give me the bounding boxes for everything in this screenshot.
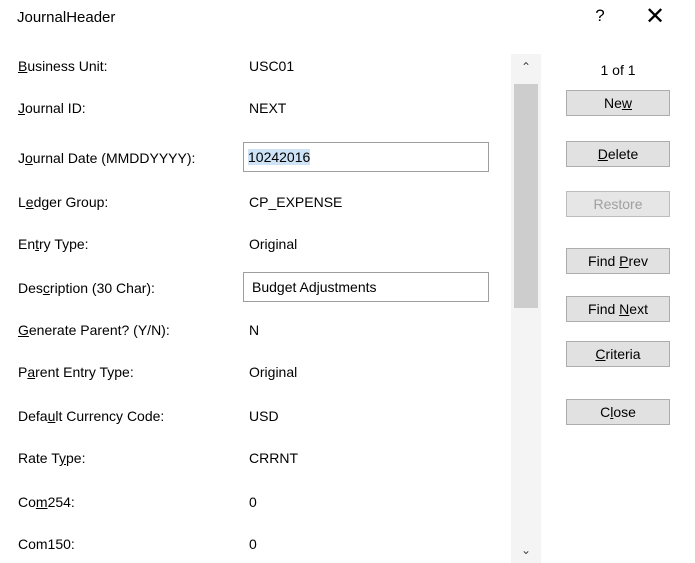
journal-date-label: Journal Date (MMDDYYYY): <box>18 150 196 166</box>
criteria-button[interactable]: Criteria <box>566 341 670 367</box>
field-generate-parent: Generate Parent? (Y/N): N <box>0 316 500 346</box>
rate-type-value: CRRNT <box>249 450 298 466</box>
com150-value: 0 <box>249 536 257 552</box>
com254-value: 0 <box>249 494 257 510</box>
field-journal-id: Journal ID: NEXT <box>0 94 500 124</box>
ledger-group-value: CP_EXPENSE <box>249 194 343 210</box>
journal-id-value: NEXT <box>249 100 287 116</box>
ledger-group-label: Ledger Group: <box>18 194 109 210</box>
scroll-down-arrow-icon[interactable]: ⌄ <box>511 537 541 563</box>
find-next-button[interactable]: Find Next <box>566 296 670 322</box>
entry-type-label: Entry Type: <box>18 236 89 252</box>
field-com254: Com254: 0 <box>0 488 500 518</box>
find-prev-button[interactable]: Find Prev <box>566 248 670 274</box>
journal-id-label: Journal ID: <box>18 100 86 116</box>
field-rate-type: Rate Type: CRRNT <box>0 444 500 474</box>
field-ledger-group: Ledger Group: CP_EXPENSE <box>0 188 500 218</box>
help-button[interactable]: ? <box>588 6 612 26</box>
business-unit-value: USC01 <box>249 58 295 74</box>
generate-parent-value: N <box>249 322 260 338</box>
journal-date-input[interactable]: 10242016 <box>243 142 489 172</box>
entry-type-value: Original <box>249 236 298 252</box>
vertical-scrollbar[interactable]: ⌃ ⌄ <box>511 54 541 563</box>
business-unit-label: Business Unit: <box>18 58 108 74</box>
field-parent-entry-type: Parent Entry Type: Original <box>0 358 500 388</box>
description-label: Description (30 Char): <box>18 280 155 296</box>
default-currency-code-value: USD <box>249 408 279 424</box>
parent-entry-type-value: Original <box>249 364 298 380</box>
scroll-up-arrow-icon[interactable]: ⌃ <box>511 54 541 80</box>
com150-label: Com150: <box>18 536 75 552</box>
close-button[interactable]: Close <box>566 399 670 425</box>
field-entry-type: Entry Type: Original <box>0 230 500 260</box>
field-com150: Com150: 0 <box>0 530 500 560</box>
close-window-button[interactable]: ✕ <box>640 2 670 31</box>
restore-button[interactable]: Restore <box>566 191 670 217</box>
com254-label: Com254: <box>18 494 75 510</box>
description-input[interactable]: Budget Adjustments <box>243 272 489 302</box>
parent-entry-type-label: Parent Entry Type: <box>18 364 134 380</box>
new-button[interactable]: New <box>566 90 670 116</box>
window-title: JournalHeader <box>17 9 116 26</box>
generate-parent-label: Generate Parent? (Y/N): <box>18 322 170 338</box>
field-description: Description (30 Char): Budget Adjustment… <box>0 272 500 304</box>
scrollbar-thumb[interactable] <box>514 84 538 308</box>
delete-button[interactable]: Delete <box>566 141 670 167</box>
journal-date-selected-text: 10242016 <box>248 149 311 165</box>
field-journal-date: Journal Date (MMDDYYYY): 10242016 <box>0 142 500 174</box>
default-currency-code-label: Default Currency Code: <box>18 408 165 424</box>
title-bar: JournalHeader ? ✕ <box>0 0 695 38</box>
record-counter: 1 of 1 <box>600 62 636 78</box>
field-default-currency-code: Default Currency Code: USD <box>0 402 500 432</box>
rate-type-label: Rate Type: <box>18 450 86 466</box>
field-business-unit: Business Unit: USC01 <box>0 52 500 82</box>
